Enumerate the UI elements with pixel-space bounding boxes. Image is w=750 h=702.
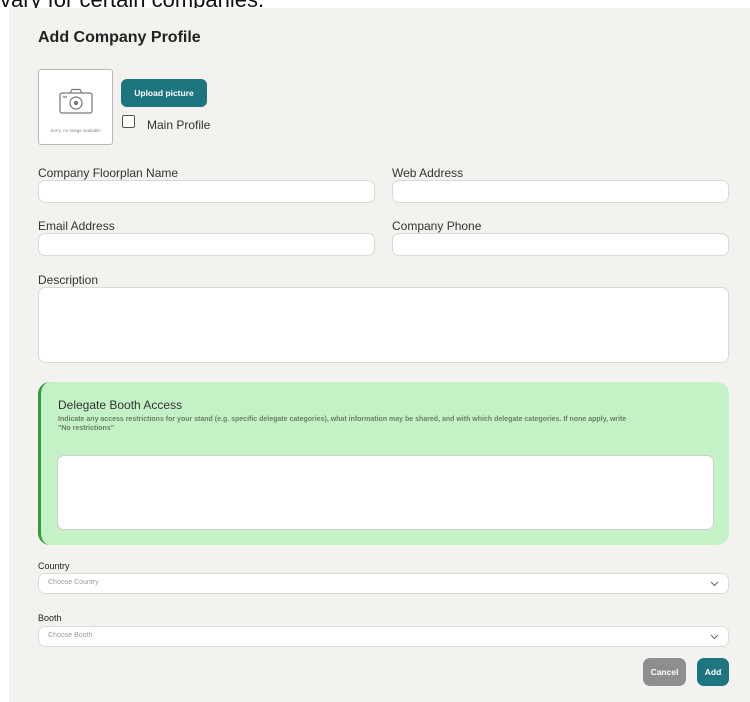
web-address-label: Web Address [392, 166, 464, 180]
add-company-profile-panel: Add Company Profile Sorry, no image avai… [9, 8, 750, 702]
main-profile-checkbox[interactable] [122, 115, 135, 128]
delegate-booth-access-help: Indicate any access restrictions for you… [58, 415, 708, 433]
camera-icon [59, 88, 93, 114]
main-profile-label: Main Profile [147, 118, 211, 132]
floorplan-name-input[interactable] [38, 180, 375, 203]
floorplan-name-label: Company Floorplan Name [38, 166, 179, 180]
delegate-booth-access-title: Delegate Booth Access [58, 398, 183, 412]
company-phone-label: Company Phone [392, 219, 482, 233]
cancel-button[interactable]: Cancel [643, 658, 686, 686]
company-phone-input[interactable] [392, 233, 729, 256]
booth-select[interactable]: Choose Booth [38, 626, 729, 647]
delegate-booth-access-textarea[interactable] [57, 455, 714, 530]
no-image-text: Sorry, no image available [50, 128, 101, 133]
description-label: Description [38, 273, 99, 287]
booth-label: Booth [38, 613, 62, 623]
chevron-down-icon [710, 634, 719, 640]
add-button[interactable]: Add [697, 658, 729, 686]
country-select[interactable]: Choose Country [38, 573, 729, 594]
chevron-down-icon [710, 581, 719, 587]
delegate-booth-access-section: Delegate Booth Access Indicate any acces… [38, 382, 729, 545]
email-address-input[interactable] [38, 233, 375, 256]
booth-placeholder: Choose Booth [48, 632, 93, 639]
description-textarea[interactable] [38, 287, 729, 363]
page-title: Add Company Profile [38, 29, 201, 46]
web-address-input[interactable] [392, 180, 729, 203]
delegate-help-text: Indicate any access restrictions for you… [58, 416, 627, 423]
upload-picture-button[interactable]: Upload picture [121, 79, 207, 107]
country-placeholder: Choose Country [48, 579, 99, 586]
delegate-help-quote: "No restrictions" [58, 425, 115, 432]
country-label: Country [38, 561, 70, 571]
email-address-label: Email Address [38, 219, 115, 233]
profile-image-placeholder: Sorry, no image available [38, 69, 113, 145]
